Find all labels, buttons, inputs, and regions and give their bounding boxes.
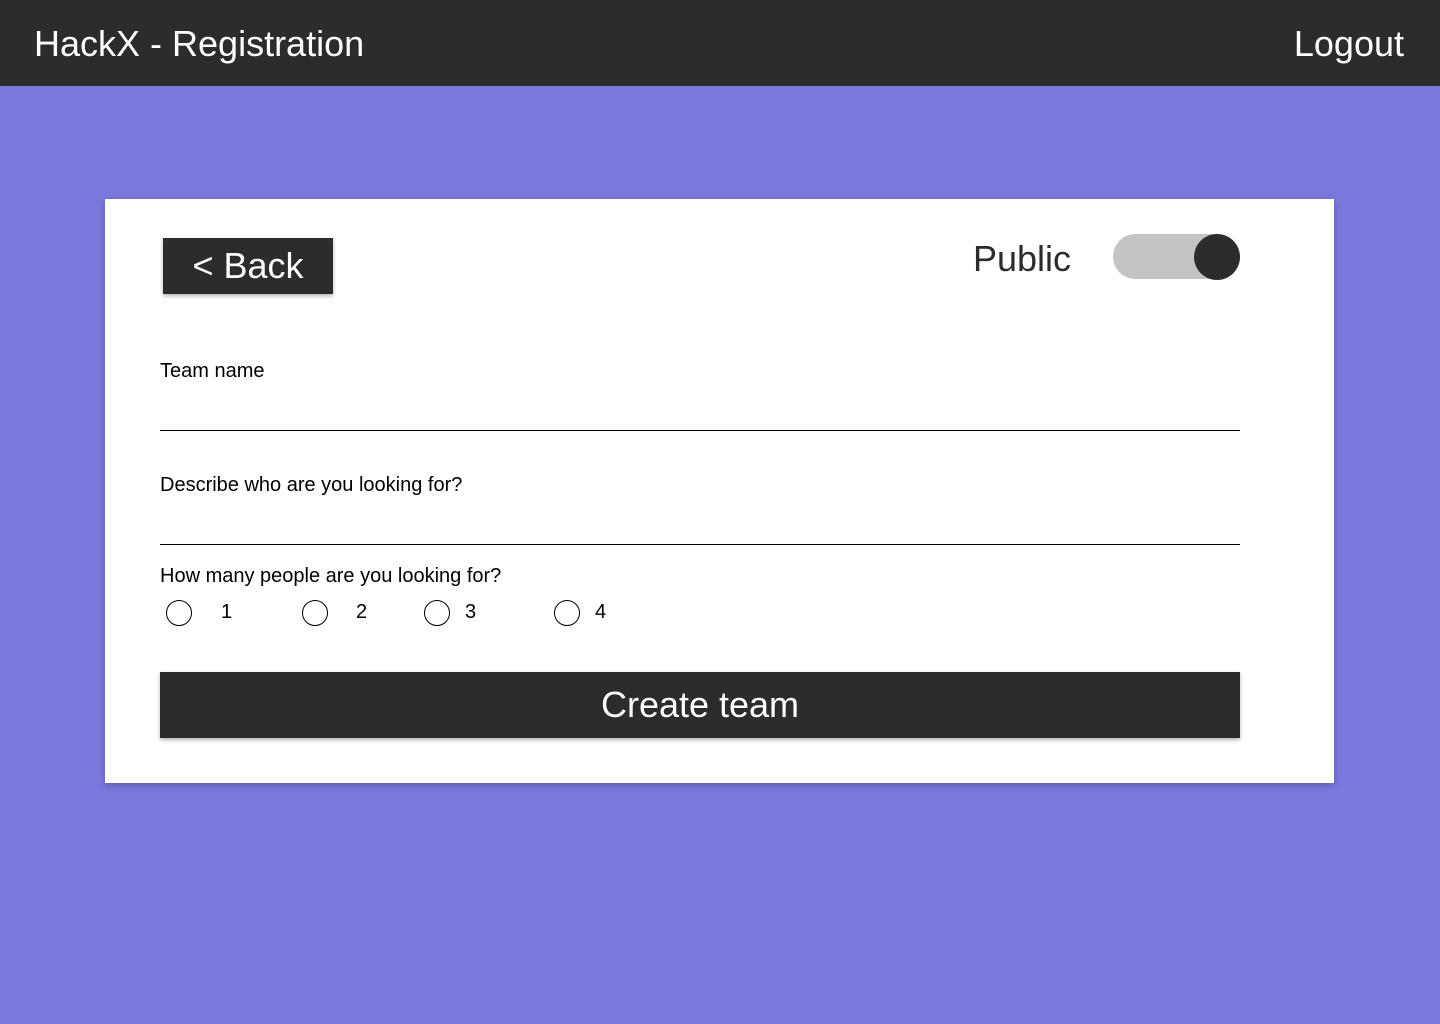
- radio-button[interactable]: [424, 600, 450, 626]
- radio-label: 4: [595, 601, 607, 623]
- team-name-label: Team name: [160, 360, 265, 382]
- public-toggle[interactable]: [1113, 233, 1240, 280]
- team-name-input[interactable]: [160, 394, 1240, 431]
- top-navigation-bar: HackX - Registration Logout: [0, 0, 1440, 86]
- radio-label: 1: [221, 601, 233, 623]
- toggle-knob: [1194, 233, 1240, 280]
- people-count-radio-group: 1 2 3 4: [160, 597, 760, 631]
- create-team-button[interactable]: Create team: [160, 672, 1240, 738]
- radio-label: 3: [465, 601, 477, 623]
- radio-option-3[interactable]: 3: [424, 597, 504, 631]
- description-label: Describe who are you looking for?: [160, 474, 463, 496]
- app-title: HackX - Registration: [34, 23, 365, 64]
- public-toggle-label: Public: [973, 238, 1072, 279]
- radio-option-1[interactable]: 1: [166, 597, 246, 631]
- radio-button[interactable]: [302, 600, 328, 626]
- radio-option-4[interactable]: 4: [554, 597, 634, 631]
- people-count-label: How many people are you looking for?: [160, 565, 502, 587]
- logout-link[interactable]: Logout: [1294, 22, 1404, 66]
- radio-label: 2: [356, 601, 368, 623]
- back-button[interactable]: < Back: [163, 238, 333, 294]
- radio-option-2[interactable]: 2: [302, 597, 382, 631]
- create-team-card: < Back Public Team name Describe who are…: [105, 199, 1334, 783]
- radio-button[interactable]: [554, 600, 580, 626]
- description-input[interactable]: [160, 508, 1240, 545]
- radio-button[interactable]: [166, 600, 192, 626]
